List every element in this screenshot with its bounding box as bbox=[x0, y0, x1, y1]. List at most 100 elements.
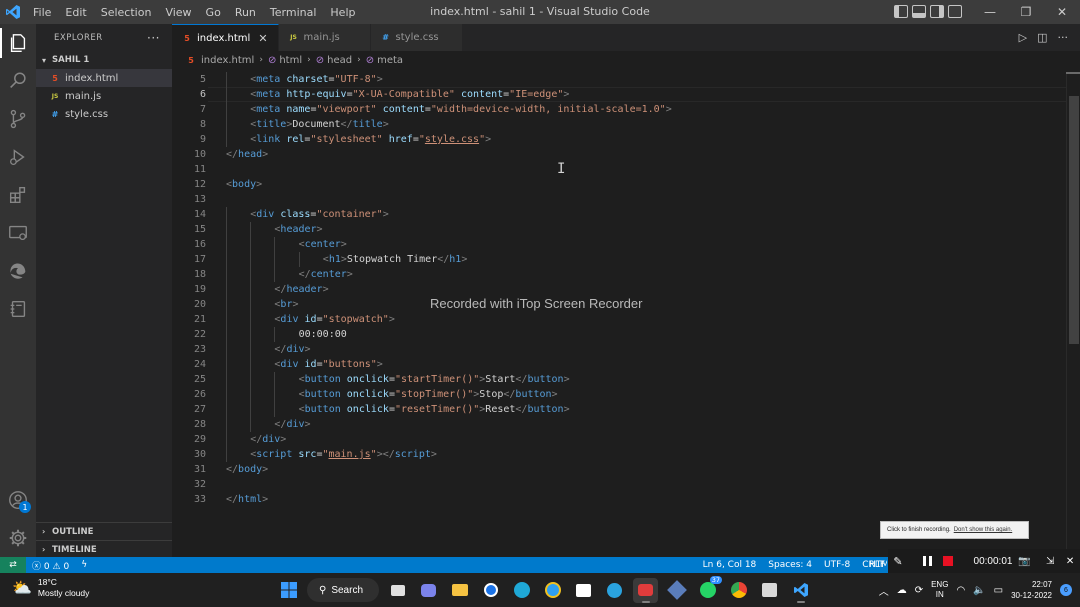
vertical-scrollbar[interactable] bbox=[1066, 72, 1080, 557]
breadcrumb-html[interactable]: html bbox=[279, 55, 302, 66]
encoding[interactable]: UTF-8 bbox=[818, 560, 856, 570]
close-window-button[interactable]: ✕ bbox=[1044, 0, 1080, 24]
microsoft-store-icon[interactable] bbox=[571, 578, 596, 603]
close-tab-icon[interactable]: ✕ bbox=[258, 32, 267, 45]
dont-show-again-link[interactable]: Don't show this again. bbox=[954, 527, 1013, 533]
weather-widget[interactable]: ⛅ 18°C Mostly cloudy bbox=[12, 577, 89, 599]
camera-icon[interactable]: 📷 bbox=[1014, 549, 1034, 573]
more-actions-icon[interactable]: ··· bbox=[1058, 31, 1069, 44]
app-icon[interactable] bbox=[540, 578, 565, 603]
menu-edit[interactable]: Edit bbox=[58, 6, 93, 19]
edge-icon[interactable] bbox=[509, 578, 534, 603]
toggle-primary-sidebar-icon[interactable] bbox=[894, 5, 908, 18]
live-share-icon[interactable]: ϟ bbox=[75, 560, 93, 570]
remote-explorer-icon[interactable] bbox=[0, 214, 36, 252]
file-style-css[interactable]: # style.css bbox=[36, 105, 172, 123]
indentation[interactable]: Spaces: 4 bbox=[762, 560, 818, 570]
search-icon[interactable] bbox=[0, 62, 36, 100]
whatsapp-icon[interactable]: 37 bbox=[695, 575, 722, 603]
itop-recorder-icon[interactable] bbox=[633, 577, 658, 603]
app-icon[interactable] bbox=[757, 578, 782, 603]
battery-icon[interactable]: ▭ bbox=[994, 585, 1003, 596]
menu-go[interactable]: Go bbox=[199, 6, 228, 19]
code-token: > bbox=[322, 284, 329, 295]
maximize-button[interactable]: ❐ bbox=[1008, 0, 1044, 24]
menu-file[interactable]: File bbox=[26, 6, 58, 19]
split-editor-icon[interactable]: ◫ bbox=[1037, 31, 1047, 44]
code-token: > bbox=[256, 179, 263, 190]
teams-chat-icon[interactable] bbox=[416, 578, 441, 603]
virtualbox-icon[interactable] bbox=[664, 578, 689, 603]
menu-help[interactable]: Help bbox=[323, 6, 362, 19]
code-token: style.css bbox=[424, 134, 480, 145]
run-debug-icon[interactable] bbox=[0, 138, 36, 176]
file-index-html[interactable]: 5 index.html bbox=[36, 69, 172, 87]
source-control-icon[interactable] bbox=[0, 100, 36, 138]
explorer-icon[interactable] bbox=[0, 24, 36, 62]
file-explorer-icon[interactable] bbox=[447, 578, 472, 603]
gear-icon[interactable] bbox=[0, 519, 36, 557]
tab-main-js[interactable]: JS main.js bbox=[278, 24, 371, 51]
extensions-icon[interactable] bbox=[0, 176, 36, 214]
indent-guide bbox=[250, 282, 252, 297]
code-token: > bbox=[376, 359, 383, 370]
telegram-icon[interactable] bbox=[602, 578, 627, 603]
notification-badge[interactable]: 6 bbox=[1060, 584, 1072, 596]
pause-recording-button[interactable] bbox=[918, 549, 938, 573]
code-token: body bbox=[232, 179, 257, 190]
accounts-icon[interactable]: 1 bbox=[0, 481, 36, 519]
timeline-section[interactable]: › TIMELINE bbox=[36, 540, 172, 558]
task-view-icon[interactable] bbox=[385, 578, 410, 603]
recording-hint-tooltip[interactable]: Click to finish recording. Don't show th… bbox=[880, 521, 1029, 539]
vscode-taskbar-icon[interactable] bbox=[788, 578, 813, 603]
chrome-icon[interactable] bbox=[726, 578, 751, 603]
toggle-panel-icon[interactable] bbox=[912, 5, 926, 18]
stop-recording-button[interactable] bbox=[938, 549, 958, 573]
minimize-button[interactable]: — bbox=[972, 0, 1008, 24]
menu-run[interactable]: Run bbox=[228, 6, 263, 19]
indent-guide bbox=[250, 357, 252, 372]
sync-icon[interactable]: ⟳ bbox=[915, 585, 923, 596]
code-editor[interactable]: Recorded with iTop Screen Recorder I 5 <m… bbox=[172, 72, 1080, 557]
customize-layout-icon[interactable] bbox=[948, 5, 962, 18]
code-token: name bbox=[286, 104, 311, 115]
collapse-icon[interactable]: ⇲ bbox=[1040, 549, 1060, 573]
scrollbar-thumb[interactable] bbox=[1069, 96, 1079, 344]
code-text: </header> bbox=[274, 282, 328, 297]
app-icon[interactable] bbox=[478, 578, 503, 603]
cursor-position[interactable]: Ln 6, Col 18 bbox=[697, 560, 763, 570]
code-token: Start bbox=[485, 374, 516, 385]
taskbar-search[interactable]: ⚲ Search bbox=[307, 578, 379, 602]
menu-terminal[interactable]: Terminal bbox=[263, 6, 324, 19]
indent-guide bbox=[250, 387, 252, 402]
breadcrumb-head[interactable]: head bbox=[327, 55, 352, 66]
close-recorder-icon[interactable]: ✕ bbox=[1060, 549, 1080, 573]
onedrive-icon[interactable]: ☁ bbox=[897, 585, 907, 596]
tab-style-css[interactable]: # style.css bbox=[370, 24, 463, 51]
menu-selection[interactable]: Selection bbox=[94, 6, 159, 19]
breadcrumb-meta[interactable]: meta bbox=[377, 55, 403, 66]
problems-indicator[interactable]: ⓧ 0 ⚠ 0 bbox=[26, 559, 75, 572]
edge-devtools-icon[interactable] bbox=[0, 252, 36, 290]
wifi-icon[interactable]: ◠ bbox=[956, 585, 965, 596]
language-indicator[interactable]: ENG IN bbox=[931, 580, 948, 600]
volume-icon[interactable]: 🔈 bbox=[973, 585, 985, 596]
chevron-up-icon[interactable]: ︿ bbox=[879, 583, 889, 598]
code-token: button bbox=[527, 374, 564, 385]
clock[interactable]: 22:07 30-12-2022 bbox=[1011, 579, 1052, 601]
run-icon[interactable]: ▷ bbox=[1019, 31, 1027, 44]
pen-icon[interactable]: ✎ bbox=[888, 549, 908, 573]
toggle-secondary-sidebar-icon[interactable] bbox=[930, 5, 944, 18]
remote-indicator[interactable]: ⇄ bbox=[0, 557, 26, 573]
language-mode[interactable]: HTML bbox=[863, 560, 887, 570]
folder-sahil-1[interactable]: ▾ SAHIL 1 bbox=[36, 51, 172, 69]
menu-view[interactable]: View bbox=[158, 6, 198, 19]
explorer-more-actions-icon[interactable]: ··· bbox=[147, 31, 160, 45]
breadcrumb-file[interactable]: index.html bbox=[201, 55, 254, 66]
file-main-js[interactable]: JS main.js bbox=[36, 87, 172, 105]
vscode-logo-icon bbox=[0, 0, 26, 24]
tab-index-html[interactable]: 5 index.html ✕ bbox=[172, 24, 279, 51]
start-icon[interactable] bbox=[276, 578, 301, 603]
outline-section[interactable]: › OUTLINE bbox=[36, 522, 172, 540]
notebook-icon[interactable] bbox=[0, 290, 36, 328]
